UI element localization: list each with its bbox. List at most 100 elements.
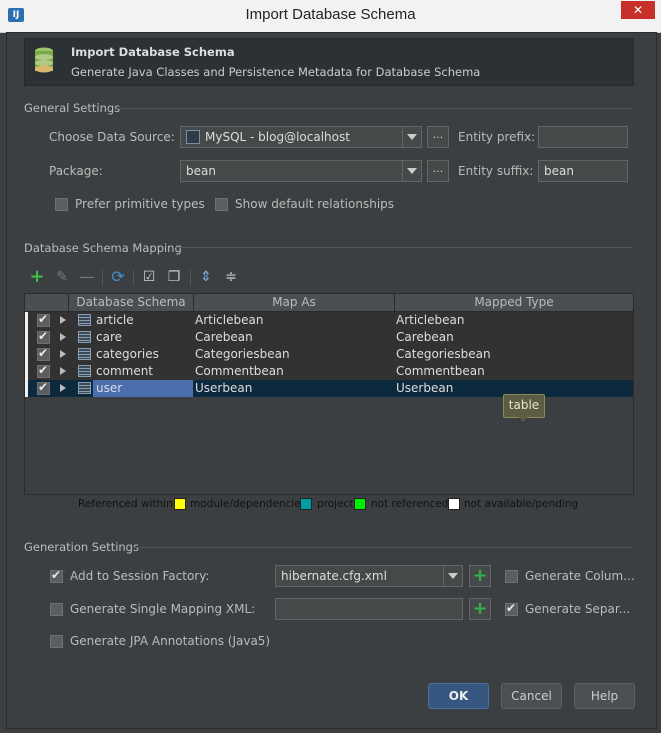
remove-icon[interactable]: — xyxy=(78,268,96,286)
show-default-relationships-label: Show default relationships xyxy=(235,197,395,211)
header-subtitle: Generate Java Classes and Persistence Me… xyxy=(71,65,481,79)
uncheck-all-icon[interactable]: ❐ xyxy=(165,268,183,286)
checkbox-column-header[interactable] xyxy=(25,294,69,311)
table-row[interactable]: comment Commentbean Commentbean xyxy=(25,363,633,380)
add-session-factory-checkbox[interactable] xyxy=(50,568,63,583)
add-mapping-file-button[interactable]: + xyxy=(469,598,491,620)
column-header-database-schema[interactable]: Database Schema xyxy=(69,294,194,311)
ok-button[interactable]: OK xyxy=(428,683,489,709)
edit-icon[interactable]: ✎ xyxy=(53,268,71,286)
row-checkbox[interactable] xyxy=(37,363,50,378)
check-all-icon[interactable]: ☑ xyxy=(140,268,158,286)
legend-project: project xyxy=(317,498,354,510)
table-row[interactable]: categories Categoriesbean Categoriesbean xyxy=(25,346,633,363)
row-checkbox[interactable] xyxy=(37,329,50,344)
section-divider xyxy=(117,108,632,109)
legend-swatch-project xyxy=(300,498,312,510)
add-icon[interactable]: + xyxy=(28,268,46,286)
map-as-cell[interactable]: Carebean xyxy=(195,329,253,346)
schema-name: comment xyxy=(96,364,154,378)
generate-separate-label: Generate Separ... xyxy=(525,602,631,616)
table-row[interactable]: article Articlebean Articlebean xyxy=(25,312,633,329)
data-source-value: MySQL - blog@localhost xyxy=(205,130,350,144)
chevron-down-icon[interactable] xyxy=(402,127,421,147)
entity-suffix-value: bean xyxy=(544,164,574,178)
window-title: Import Database Schema xyxy=(245,6,416,23)
entity-prefix-input[interactable] xyxy=(538,126,628,148)
entity-suffix-label: Entity suffix: xyxy=(458,164,534,178)
row-checkbox[interactable] xyxy=(37,346,50,361)
schema-name: user xyxy=(96,381,123,395)
mapped-type-cell[interactable]: Categoriesbean xyxy=(396,346,491,363)
entity-suffix-input[interactable]: bean xyxy=(538,160,628,182)
column-header-map-as[interactable]: Map As xyxy=(194,294,395,311)
refresh-icon[interactable]: ⟳ xyxy=(109,268,127,286)
row-focus-marker xyxy=(25,312,28,397)
expand-arrow-icon[interactable] xyxy=(60,333,66,341)
legend-swatch-not-available xyxy=(448,498,460,510)
map-as-cell[interactable]: Userbean xyxy=(195,380,252,397)
table-row[interactable]: care Carebean Carebean xyxy=(25,329,633,346)
map-as-cell[interactable]: Commentbean xyxy=(195,363,284,380)
header-title: Import Database Schema xyxy=(71,45,235,59)
data-source-browse-button[interactable]: ... xyxy=(427,126,449,148)
tooltip: table xyxy=(503,394,545,422)
chevron-down-icon[interactable] xyxy=(402,161,421,181)
help-button[interactable]: Help xyxy=(574,683,635,709)
table-icon xyxy=(78,365,91,377)
mapped-type-cell[interactable]: Commentbean xyxy=(396,363,485,380)
table-icon xyxy=(78,348,91,360)
chevron-down-icon[interactable] xyxy=(443,566,462,586)
column-header-mapped-type[interactable]: Mapped Type xyxy=(395,294,633,311)
table-icon xyxy=(78,314,91,326)
jpa-annotations-label: Generate JPA Annotations (Java5) xyxy=(70,634,271,648)
generate-column-label: Generate Colum... xyxy=(525,569,635,583)
entity-prefix-label: Entity prefix: xyxy=(458,130,536,144)
prefer-primitive-checkbox[interactable] xyxy=(55,198,68,211)
general-settings-title: General Settings xyxy=(24,101,121,115)
mapped-type-cell[interactable]: Userbean xyxy=(396,380,453,397)
expand-arrow-icon[interactable] xyxy=(60,367,66,375)
legend-module: module/dependencies xyxy=(190,498,307,510)
add-session-factory-label: Add to Session Factory: xyxy=(70,569,210,583)
mapped-type-cell[interactable]: Articlebean xyxy=(396,312,464,329)
generate-column-checkbox[interactable] xyxy=(505,570,518,583)
map-as-cell[interactable]: Articlebean xyxy=(195,312,263,329)
show-default-relationships-checkbox[interactable] xyxy=(215,198,228,211)
package-label: Package: xyxy=(49,164,103,178)
session-factory-value: hibernate.cfg.xml xyxy=(281,569,387,583)
mapped-type-cell[interactable]: Carebean xyxy=(396,329,454,346)
schema-name: care xyxy=(96,330,123,344)
legend-not-referenced: not referenced xyxy=(371,498,449,510)
legend-not-available: not available/pending xyxy=(464,498,579,510)
package-browse-button[interactable]: ... xyxy=(427,160,449,182)
data-source-combo[interactable]: MySQL - blog@localhost xyxy=(180,126,422,148)
table-header: Database Schema Map As Mapped Type xyxy=(25,294,633,312)
cancel-button[interactable]: Cancel xyxy=(501,683,562,709)
generate-separate-checkbox[interactable] xyxy=(505,601,518,616)
add-session-factory-button[interactable]: + xyxy=(469,565,491,587)
mapping-section-title: Database Schema Mapping xyxy=(24,241,182,255)
row-checkbox[interactable] xyxy=(37,380,50,395)
single-mapping-xml-checkbox[interactable] xyxy=(50,603,63,616)
title-bar: IJ Import Database Schema ✕ xyxy=(0,0,661,33)
collapse-all-icon[interactable]: ≑ xyxy=(222,268,240,286)
single-mapping-xml-input[interactable] xyxy=(275,598,463,620)
row-checkbox[interactable] xyxy=(37,312,50,327)
expand-all-icon[interactable]: ⇕ xyxy=(197,268,215,286)
package-combo[interactable]: bean xyxy=(180,160,422,182)
table-icon xyxy=(78,331,91,343)
table-icon xyxy=(78,382,91,394)
database-connection-icon xyxy=(186,130,200,144)
expand-arrow-icon[interactable] xyxy=(60,350,66,358)
expand-arrow-icon[interactable] xyxy=(60,384,66,392)
map-as-cell[interactable]: Categoriesbean xyxy=(195,346,290,363)
expand-arrow-icon[interactable] xyxy=(60,316,66,324)
jpa-annotations-checkbox[interactable] xyxy=(50,635,63,648)
close-window-button[interactable]: ✕ xyxy=(621,1,655,19)
session-factory-combo[interactable]: hibernate.cfg.xml xyxy=(275,565,463,587)
package-value: bean xyxy=(186,164,216,178)
single-mapping-xml-label: Generate Single Mapping XML: xyxy=(70,602,256,616)
schema-name: article xyxy=(96,313,134,327)
toolbar-separator xyxy=(190,270,191,286)
